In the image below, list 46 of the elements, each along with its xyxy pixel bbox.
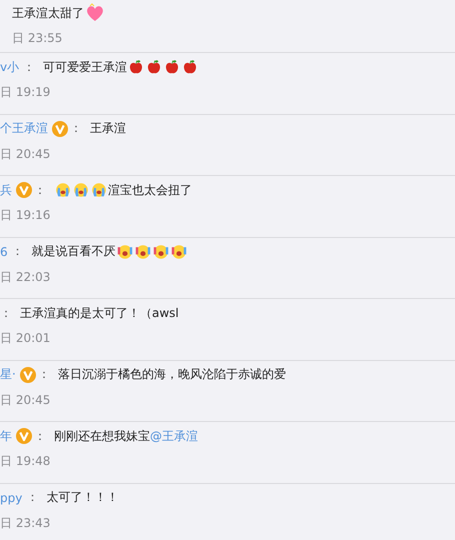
shouting-face-icon: [170, 244, 187, 260]
commenter-name[interactable]: 6: [0, 244, 8, 258]
comment-text: 落日沉溺于橘色的海，晚风沦陷于赤诚的爱: [58, 366, 286, 383]
comment-time: 日 20:45: [0, 146, 52, 162]
comment-time: 日 23:55: [12, 30, 64, 47]
commenter-name[interactable]: 年: [0, 428, 12, 444]
colon: ：: [34, 428, 46, 444]
comment-text: 可可爱爱王承渲: [43, 58, 128, 76]
commenter-name[interactable]: 兵: [0, 182, 12, 198]
comment-text: 太可了！！！: [46, 489, 118, 506]
commenter-name[interactable]: ppy: [0, 490, 22, 504]
colon: ：: [34, 182, 46, 198]
apple-icon: [146, 59, 162, 75]
comment-text: 王承渲真的是太可了！（awsl: [20, 304, 179, 322]
comment-time: 日 20:45: [0, 392, 52, 408]
mention-link[interactable]: @王承渲: [150, 428, 198, 444]
comment-time: 日 23:43: [0, 514, 52, 532]
commenter-name[interactable]: v小: [0, 58, 20, 76]
shouting-face-icon: [152, 244, 169, 260]
colon: ：: [0, 304, 12, 322]
colon: ：: [38, 366, 50, 383]
apple-icon: [182, 59, 198, 75]
colon: ：: [12, 243, 24, 260]
crying-face-icon: [55, 182, 71, 198]
shouting-face-icon: [116, 244, 133, 260]
comment-time: 日 19:19: [0, 84, 52, 101]
comment-time: 日 20:01: [0, 330, 52, 347]
comment-text: 渲宝也太会扭了: [108, 182, 192, 198]
colon: ：: [70, 120, 82, 137]
comment-time: 日 22:03: [0, 268, 52, 286]
crying-face-icon: [73, 182, 89, 198]
comment-text: 王承渲太甜了: [12, 4, 84, 22]
comment-time: 日 19:16: [0, 207, 52, 224]
heart-icon: [85, 3, 105, 23]
shouting-face-icon: [134, 244, 151, 260]
commenter-name[interactable]: 星·: [0, 366, 16, 383]
comment-text: 王承渲: [90, 120, 126, 137]
colon: ：: [23, 58, 36, 76]
comment-text: 刚刚还在想我妹宝: [54, 428, 150, 444]
apple-icon: [128, 59, 144, 75]
comment-text: 就是说百看不厌: [32, 243, 116, 260]
apple-icon: [164, 59, 180, 75]
comment-time: 日 19:48: [0, 453, 52, 470]
colon: ：: [26, 489, 38, 506]
commenter-name[interactable]: 个王承渲: [0, 120, 48, 137]
crying-face-icon: [91, 182, 107, 198]
